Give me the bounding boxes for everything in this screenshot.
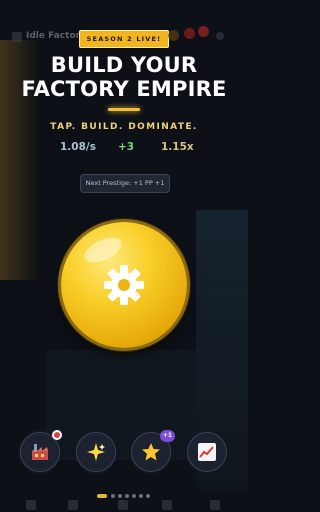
boost-button[interactable] bbox=[76, 432, 116, 472]
multiplier: 1.15x bbox=[161, 141, 194, 153]
headline-line-1: BUILD YOUR bbox=[50, 53, 198, 77]
bottom-nav bbox=[0, 498, 248, 512]
nav-home-icon[interactable] bbox=[26, 500, 36, 510]
next-prestige-pill[interactable]: Next Prestige: +1 PP +1 bbox=[80, 174, 170, 193]
star-icon bbox=[142, 443, 160, 461]
gear-icon bbox=[104, 265, 144, 305]
factory-icon bbox=[32, 444, 48, 460]
notification-dot bbox=[52, 430, 62, 440]
action-buttons bbox=[0, 432, 248, 472]
nav-settings-icon[interactable] bbox=[210, 500, 220, 510]
nav-shop-icon[interactable] bbox=[162, 500, 172, 510]
nav-world-icon[interactable] bbox=[68, 500, 78, 510]
gift-icon[interactable] bbox=[184, 28, 195, 39]
production-rate: 1.08/s bbox=[60, 141, 96, 153]
menu-icon[interactable] bbox=[216, 32, 224, 40]
count-badge: +1 bbox=[160, 430, 175, 442]
headline-underline bbox=[108, 108, 140, 111]
trend-chart-icon bbox=[198, 443, 216, 461]
sparkle-icon bbox=[87, 443, 105, 461]
tagline: TAP. BUILD. DOMINATE. bbox=[50, 122, 198, 132]
click-gain: +3 bbox=[118, 141, 135, 153]
season-badge[interactable]: SEASON 2 LIVE! bbox=[79, 30, 169, 48]
coin-icon bbox=[168, 30, 179, 41]
headline-line-2: FACTORY EMPIRE bbox=[21, 77, 227, 101]
nav-trophy-icon[interactable] bbox=[118, 500, 128, 510]
app-title: Idle Factory bbox=[26, 31, 86, 41]
notification-icon[interactable] bbox=[198, 26, 209, 37]
main-tap-button[interactable] bbox=[61, 222, 187, 348]
stats-button[interactable] bbox=[187, 432, 227, 472]
app-icon bbox=[12, 32, 22, 42]
